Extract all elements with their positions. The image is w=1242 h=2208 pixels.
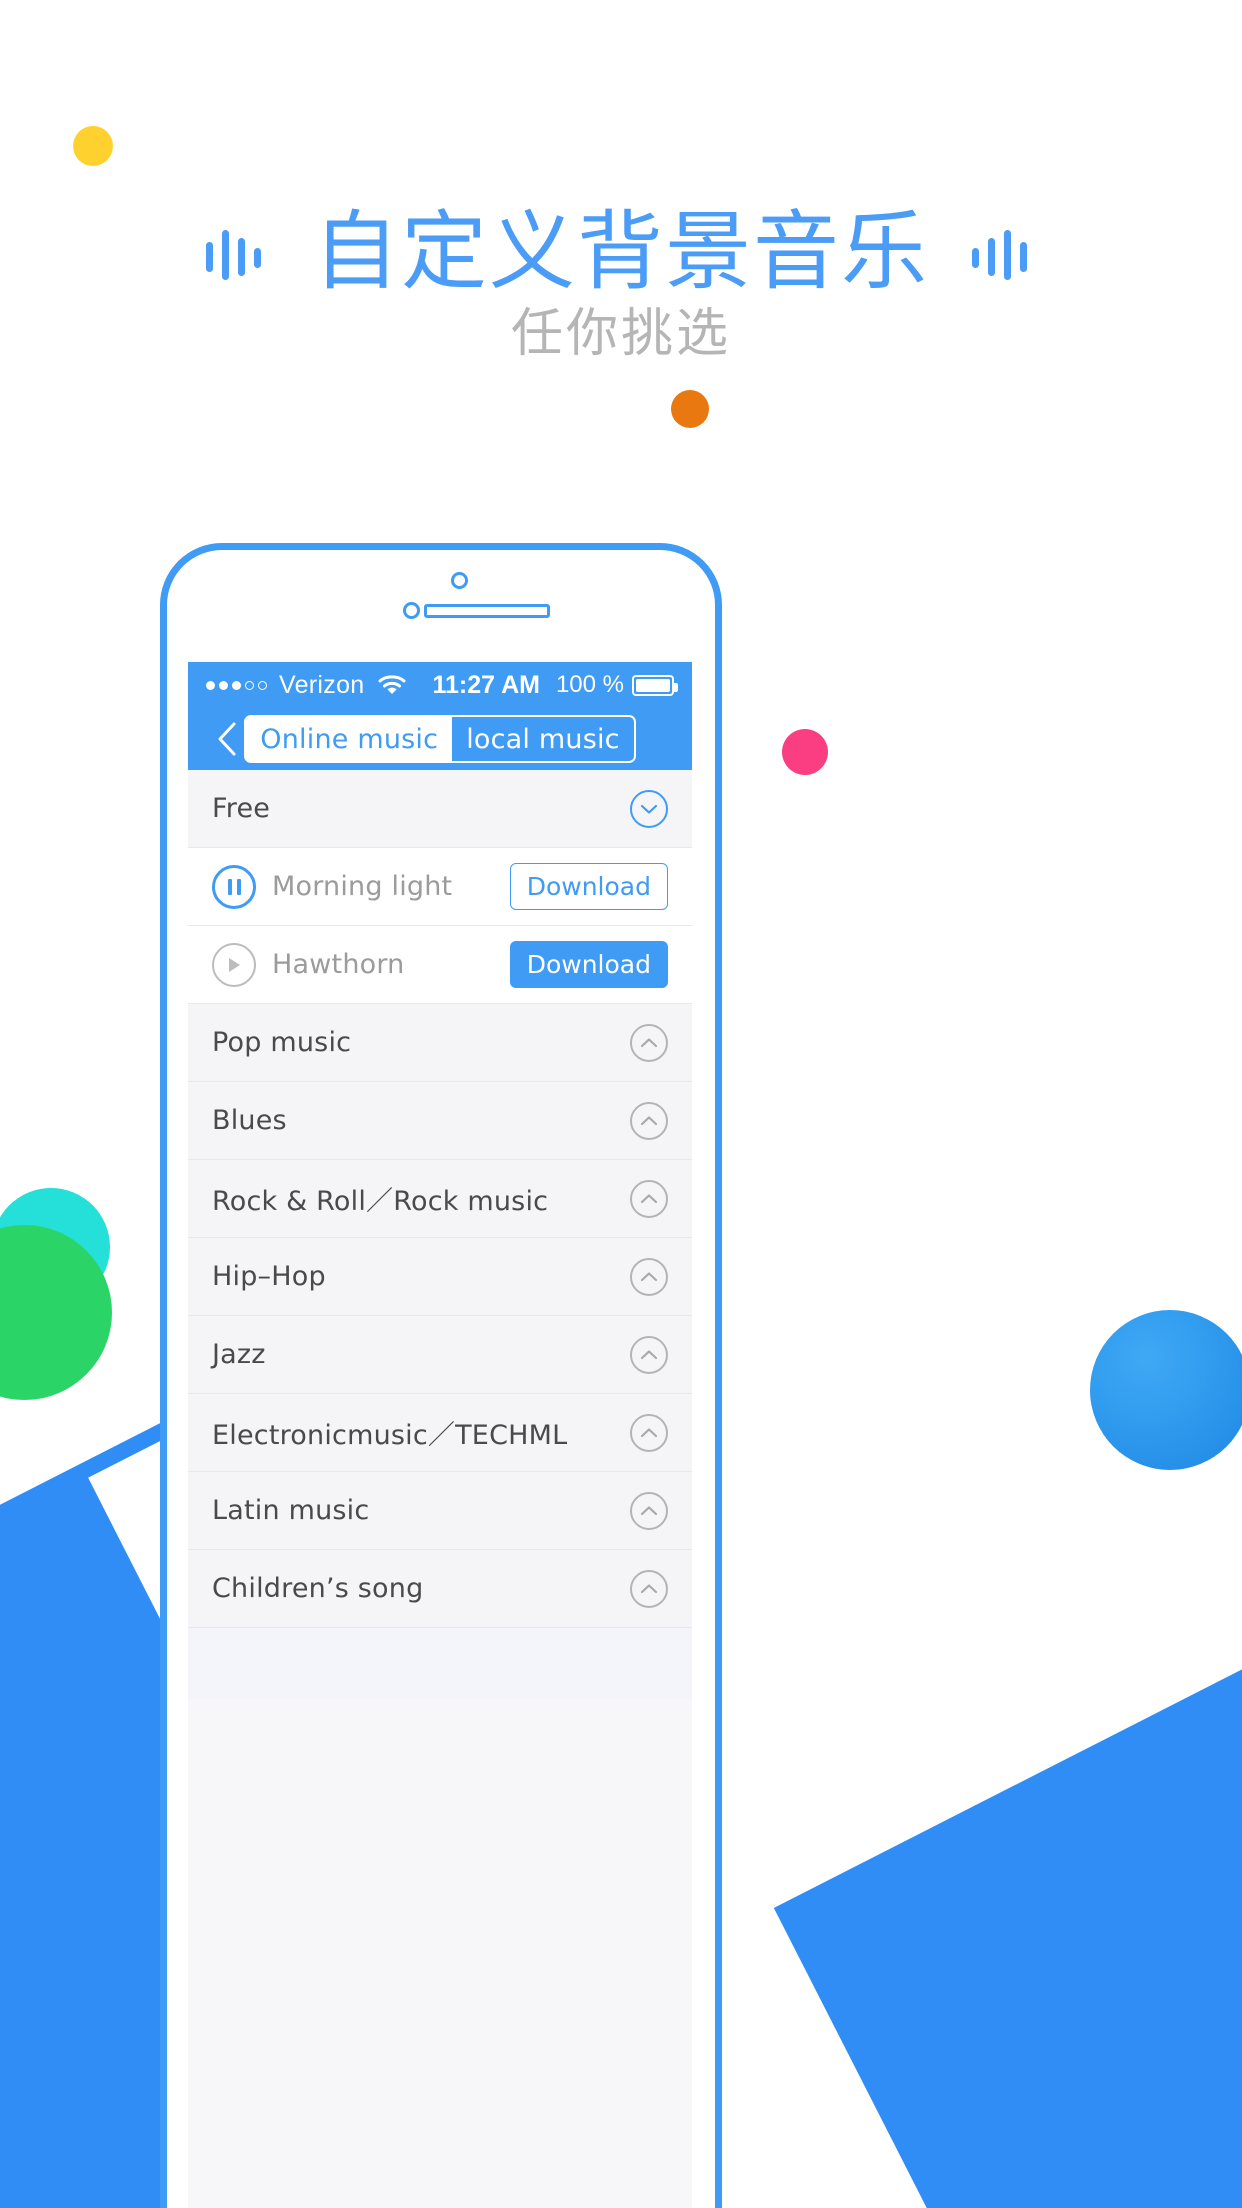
section-label: Latin music <box>212 1495 370 1526</box>
chevron-up-circle-icon[interactable] <box>630 1413 668 1452</box>
list-section-childrens-song[interactable]: Children’s song <box>188 1550 692 1628</box>
decor-dot-yellow <box>73 126 113 166</box>
decor-dot-pink <box>782 729 828 775</box>
list-section-hip-hop[interactable]: Hip–Hop <box>188 1238 692 1316</box>
section-label: Electronicmusic／TECHML <box>212 1420 568 1451</box>
battery-percent-label: 100 % <box>555 671 624 698</box>
chevron-up-circle-icon[interactable] <box>630 1023 668 1062</box>
chevron-up-circle-icon[interactable] <box>630 1257 668 1296</box>
clock-label: 11:27 AM <box>432 670 540 699</box>
battery-area: 100 % <box>555 671 678 699</box>
list-section-free[interactable]: Free <box>188 770 692 848</box>
section-label: Rock & Roll／Rock music <box>212 1186 549 1217</box>
list-section-rock[interactable]: Rock & Roll／Rock music <box>188 1160 692 1238</box>
front-camera-icon <box>451 572 468 589</box>
list-bottom-spacer <box>188 1628 692 1698</box>
battery-full-icon <box>632 674 678 696</box>
section-label: Pop music <box>212 1027 352 1058</box>
decor-ribbon-bottom-right <box>773 1590 1242 2208</box>
chevron-up-circle-icon[interactable] <box>630 1335 668 1374</box>
chevron-up-circle-icon[interactable] <box>630 1101 668 1140</box>
tab-online-music[interactable]: Online music <box>246 717 453 761</box>
list-section-electronic[interactable]: Electronicmusic／TECHML <box>188 1394 692 1472</box>
list-item-song[interactable]: Hawthorn Download <box>188 926 692 1004</box>
download-button[interactable]: Download <box>509 941 668 988</box>
list-section-jazz[interactable]: Jazz <box>188 1316 692 1394</box>
promo-stage: 自定义背景音乐 任你挑选 Verizon 11:27 AM 100 % Onli… <box>0 0 1242 2208</box>
song-title: Hawthorn <box>272 949 405 980</box>
equalizer-bars-right-icon <box>968 220 1040 284</box>
section-label: Free <box>212 793 271 824</box>
chevron-up-circle-icon[interactable] <box>630 1569 668 1608</box>
chevron-down-circle-icon[interactable] <box>630 789 668 828</box>
list-section-latin[interactable]: Latin music <box>188 1472 692 1550</box>
segmented-control[interactable]: Online music local music <box>244 715 636 763</box>
pause-circle-icon[interactable] <box>212 864 256 909</box>
phone-top-bezel <box>167 550 715 662</box>
hero-headline-text: 自定义背景音乐 <box>313 201 929 302</box>
chevron-left-icon[interactable] <box>210 722 244 756</box>
status-bar: Verizon 11:27 AM 100 % <box>188 662 692 708</box>
music-list: Free Morning light Download Hawthorn Dow… <box>188 770 692 1698</box>
signal-strength-icon <box>206 680 267 690</box>
list-section-pop-music[interactable]: Pop music <box>188 1004 692 1082</box>
play-circle-icon[interactable] <box>212 942 256 987</box>
carrier-label: Verizon <box>279 670 365 699</box>
section-label: Blues <box>212 1105 287 1136</box>
list-section-blues[interactable]: Blues <box>188 1082 692 1160</box>
phone-mockup: Verizon 11:27 AM 100 % Online music loca… <box>160 543 722 2208</box>
section-label: Children’s song <box>212 1573 424 1604</box>
chevron-up-circle-icon[interactable] <box>630 1491 668 1530</box>
earpiece-speaker-icon <box>424 604 550 618</box>
wifi-icon <box>377 674 407 696</box>
proximity-sensor-icon <box>403 602 420 619</box>
hero-headline: 自定义背景音乐 <box>0 196 1242 302</box>
section-label: Hip–Hop <box>212 1261 326 1292</box>
tab-local-music[interactable]: local music <box>452 717 634 761</box>
nav-bar: Online music local music <box>188 708 692 770</box>
decor-dot-blue <box>1090 1310 1242 1470</box>
chevron-up-circle-icon[interactable] <box>630 1179 668 1218</box>
decor-dot-orange <box>671 390 709 428</box>
download-button[interactable]: Download <box>509 863 668 910</box>
section-label: Jazz <box>212 1339 266 1370</box>
equalizer-bars-left-icon <box>202 220 274 284</box>
song-title: Morning light <box>272 871 453 902</box>
phone-screen: Verizon 11:27 AM 100 % Online music loca… <box>188 662 692 2208</box>
hero-subtitle: 任你挑选 <box>510 304 731 364</box>
list-item-song[interactable]: Morning light Download <box>188 848 692 926</box>
